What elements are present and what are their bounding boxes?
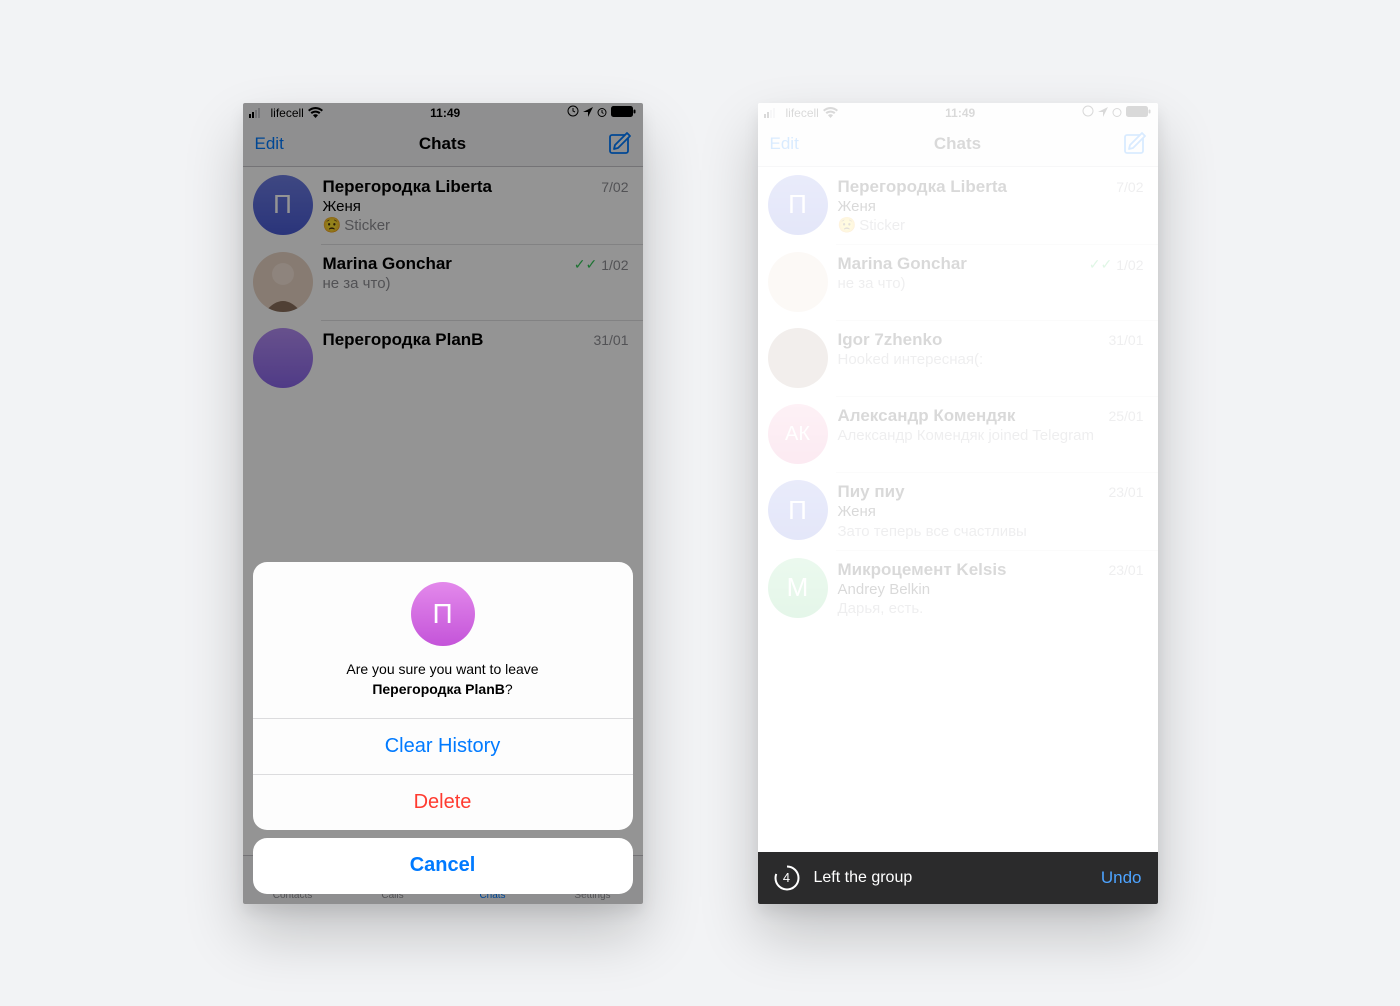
phone-screenshot-left: lifecell 11:49 Edit Chats П Перегородка …	[243, 103, 643, 904]
timer-icon: 4	[774, 865, 800, 891]
undo-button[interactable]: Undo	[1101, 868, 1142, 888]
sheet-avatar: П	[411, 582, 475, 646]
cancel-button[interactable]: Cancel	[253, 838, 633, 894]
undo-toast: 4 Left the group Undo	[758, 852, 1158, 904]
toast-label: Left the group	[814, 869, 1087, 887]
fade-overlay	[758, 103, 1158, 904]
action-sheet: П Are you sure you want to leave Перегор…	[253, 562, 633, 893]
sheet-message: Are you sure you want to leave Перегород…	[273, 660, 613, 699]
clear-history-button[interactable]: Clear History	[253, 718, 633, 774]
phone-screenshot-right: lifecell 11:49 Edit Chats П Перегородка …	[758, 103, 1158, 904]
timer-count: 4	[774, 865, 800, 891]
delete-button[interactable]: Delete	[253, 774, 633, 830]
sheet-header: П Are you sure you want to leave Перегор…	[253, 562, 633, 717]
